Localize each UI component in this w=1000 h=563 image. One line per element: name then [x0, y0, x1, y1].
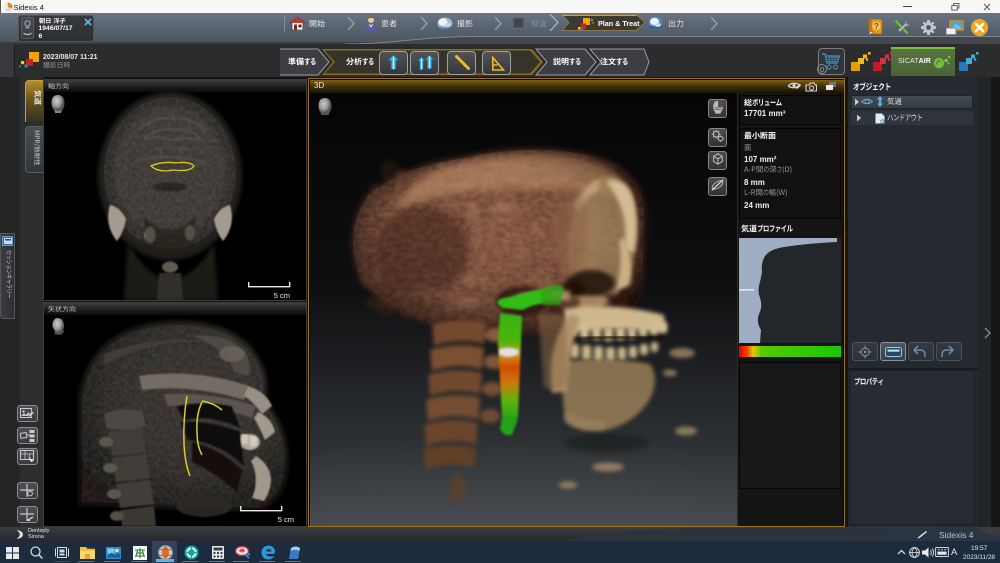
svg-text:0: 0: [820, 65, 824, 74]
svg-text:5 cm: 5 cm: [278, 515, 294, 524]
svg-text:5 cm: 5 cm: [274, 291, 290, 300]
svg-text:?: ?: [874, 22, 879, 31]
